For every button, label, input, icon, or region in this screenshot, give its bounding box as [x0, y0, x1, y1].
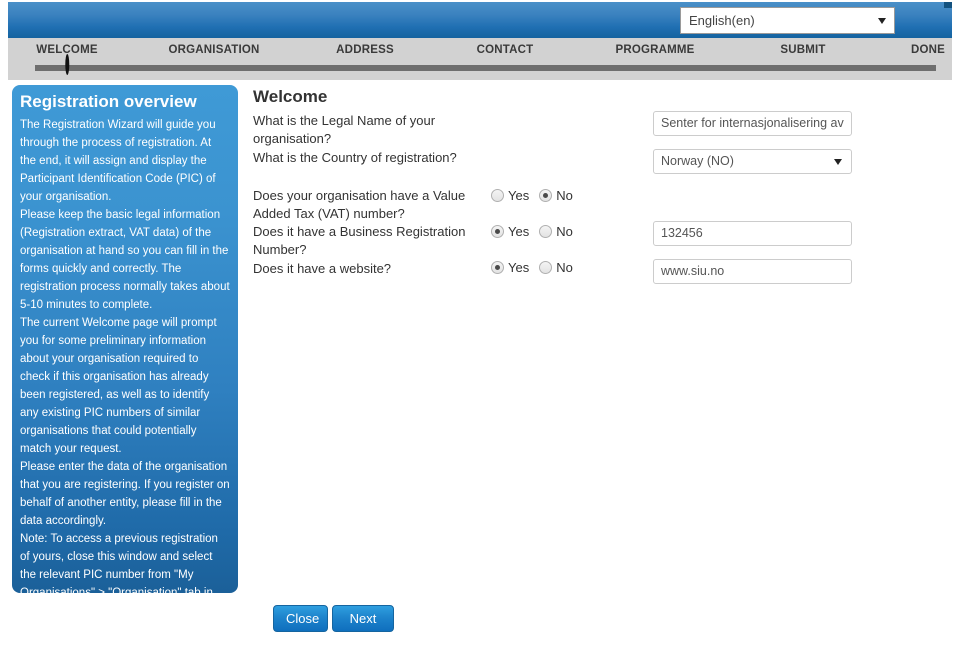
wizard-step-organisation[interactable]: ORGANISATION — [169, 38, 260, 56]
close-button[interactable]: Close — [273, 605, 328, 632]
business-registration-radio-no-label: No — [556, 224, 573, 239]
registration-overview-paragraph: The current Welcome page will prompt you… — [20, 317, 217, 455]
vat-radio-yes[interactable] — [491, 189, 504, 202]
wizard-step-label: SUBMIT — [780, 44, 826, 56]
app-header-bar: English(en) — [8, 2, 952, 38]
registration-overview-paragraph: Note: To access a previous registration … — [20, 533, 218, 617]
language-select-value: English(en) — [689, 13, 755, 28]
vat-radio-yes-label: Yes — [508, 188, 530, 203]
wizard-step-label: ORGANISATION — [168, 44, 260, 56]
business-registration-radio-yes-label: Yes — [508, 224, 530, 239]
legal-name-label: What is the Legal Name of your organisat… — [253, 113, 436, 146]
website-input[interactable]: www.siu.no — [653, 259, 852, 284]
registration-overview-body: The Registration Wizard will guide you t… — [20, 116, 230, 620]
vat-radio-no[interactable] — [539, 189, 553, 202]
business-registration-label: Does it have a Business Registration Num… — [253, 224, 466, 257]
next-button[interactable]: Next > — [332, 605, 394, 651]
wizard-step-programme[interactable]: PROGRAMME — [615, 38, 694, 56]
vat-radio-no-label: No — [556, 188, 573, 203]
country-select-value: Norway (NO) — [661, 154, 734, 168]
country-label: What is the Country of registration? — [253, 150, 457, 165]
legal-name-input[interactable]: Senter for internasjonalisering av — [653, 111, 852, 136]
wizard-step-label: PROGRAMME — [615, 44, 695, 56]
wizard-progress-track — [35, 65, 936, 71]
website-radio-yes[interactable] — [491, 261, 504, 274]
website-radio-group[interactable]: Yes No — [491, 260, 573, 275]
page-title: Welcome — [253, 87, 328, 106]
wizard-step-address[interactable]: ADDRESS — [336, 38, 394, 56]
vat-label: Does your organisation have a Value Adde… — [253, 188, 466, 221]
wizard-step-label: DONE — [910, 44, 946, 56]
registration-overview-paragraph: Please keep the basic legal information … — [20, 209, 230, 311]
business-registration-radio-no[interactable] — [539, 225, 553, 238]
language-select[interactable]: English(en) — [680, 7, 895, 34]
website-label: Does it have a website? — [253, 261, 392, 276]
wizard-step-label: CONTACT — [476, 44, 534, 56]
chevron-down-icon — [834, 158, 842, 165]
website-radio-no-label: No — [556, 260, 573, 275]
registration-overview-paragraph: The Registration Wizard will guide you t… — [20, 119, 216, 203]
wizard-step-dot-icon — [64, 54, 69, 75]
wizard-step-label: ADDRESS — [336, 44, 394, 56]
business-registration-radio-yes[interactable] — [491, 225, 504, 238]
wizard-step-done[interactable]: DONE — [911, 38, 945, 56]
registration-overview-title: Registration overview — [20, 92, 197, 111]
business-registration-input[interactable]: 132456 — [653, 221, 852, 246]
website-radio-no[interactable] — [539, 261, 553, 274]
wizard-step-bar: WELCOME ORGANISATION ADDRESS CONTACT PROGRAM… — [8, 38, 952, 80]
wizard-step-submit[interactable]: SUBMIT — [780, 38, 825, 56]
vat-radio-group[interactable]: Yes No — [491, 188, 573, 203]
wizard-step-welcome[interactable]: WELCOME — [36, 38, 98, 75]
chevron-down-icon — [878, 17, 886, 24]
registration-overview-panel: Registration overview The Registration W… — [12, 85, 238, 617]
country-select[interactable]: Norway (NO) — [653, 149, 852, 174]
website-radio-yes-label: Yes — [508, 260, 530, 275]
business-registration-radio-group[interactable]: Yes No — [491, 224, 573, 239]
wizard-step-contact[interactable]: CONTACT — [477, 38, 534, 56]
registration-overview-paragraph: Please enter the data of the organisatio… — [20, 461, 230, 527]
